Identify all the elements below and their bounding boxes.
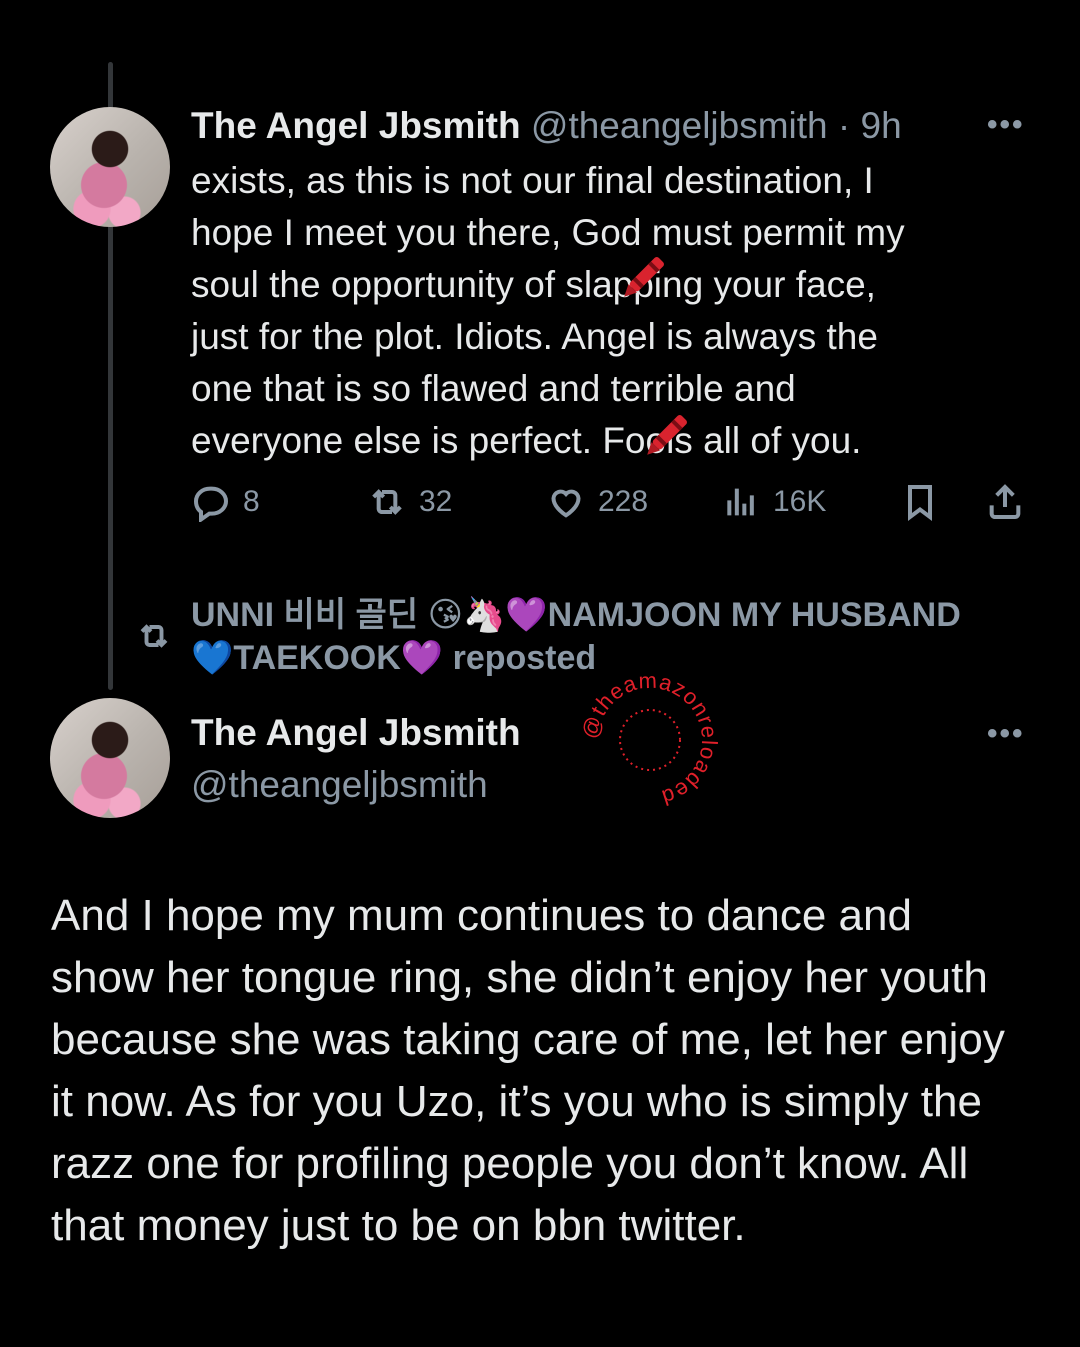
tweet-line: soul the opportunity of slapping your fa… xyxy=(191,264,876,305)
reply-count: 8 xyxy=(243,485,260,518)
tweet-line: just for the plot. Idiots. Angel is alwa… xyxy=(191,316,878,357)
crayon-emoji xyxy=(624,257,664,297)
watermark-stamp: @theamazonreloaded xyxy=(577,668,722,811)
tweet-line: And I hope my mum continues to dance and xyxy=(51,891,912,940)
more-icon[interactable]: ••• xyxy=(987,717,1025,751)
reposter-name: UNNI 비비 골딘 😘🦄💜NAMJOON MY HUSBAND xyxy=(191,596,961,634)
tweet-line: it now. As for you Uzo, it’s you who is … xyxy=(51,1077,982,1126)
tweet-line: razz one for profiling people you don’t … xyxy=(51,1139,969,1188)
username[interactable]: @theangeljbsmith xyxy=(191,764,488,806)
heart-icon xyxy=(551,489,581,518)
like-button[interactable]: 228 xyxy=(546,482,648,522)
tweet-text: exists, as this is not our final destina… xyxy=(191,155,1011,467)
username[interactable]: @theangeljbsmith xyxy=(531,105,828,146)
share-icon xyxy=(989,484,1021,519)
svg-text:@theamazonreloaded: @theamazonreloaded xyxy=(577,668,722,811)
crayon-emoji xyxy=(647,415,687,455)
tweet-line: show her tongue ring, she didn’t enjoy h… xyxy=(51,953,988,1002)
repost-icon xyxy=(140,624,168,648)
tweet-line: that money just to be on bbn twitter. xyxy=(51,1201,746,1250)
repost-button[interactable]: 32 xyxy=(367,482,452,522)
views-count: 16K xyxy=(773,485,827,518)
views-icon xyxy=(727,488,754,516)
tweet-line: everyone else is perfect. Fools all of y… xyxy=(191,420,862,461)
timestamp[interactable]: 9h xyxy=(861,105,902,146)
bookmark-icon xyxy=(908,485,932,521)
tweet-line: because she was taking care of me, let h… xyxy=(51,1015,1005,1064)
views-button[interactable]: 16K xyxy=(721,482,826,522)
tweet-line: one that is so flawed and terrible and xyxy=(191,368,796,409)
tweet-line: exists, as this is not our final destina… xyxy=(191,160,874,201)
tweet-header: The Angel Jbsmith @theangeljbsmith · 9h xyxy=(191,105,902,147)
tweet-actions: 8 32 228 16K xyxy=(191,482,1031,534)
bookmark-button[interactable] xyxy=(900,482,940,522)
repost-count: 32 xyxy=(419,485,453,518)
watermark-text: @theamazonreloaded xyxy=(577,668,721,811)
share-button[interactable] xyxy=(985,482,1025,522)
like-count: 228 xyxy=(598,485,649,518)
tweet-line: hope I meet you there, God must permit m… xyxy=(191,212,905,253)
display-name[interactable]: The Angel Jbsmith xyxy=(191,712,521,754)
tweet-text: And I hope my mum continues to dance and… xyxy=(51,885,1051,1257)
reply-button[interactable]: 8 xyxy=(191,482,260,522)
repost-icon xyxy=(372,489,402,515)
avatar[interactable] xyxy=(50,107,170,227)
separator-dot: · xyxy=(827,105,861,146)
reply-icon xyxy=(193,486,229,522)
more-icon[interactable]: ••• xyxy=(987,108,1025,142)
display-name[interactable]: The Angel Jbsmith xyxy=(191,105,521,146)
avatar[interactable] xyxy=(50,698,170,818)
